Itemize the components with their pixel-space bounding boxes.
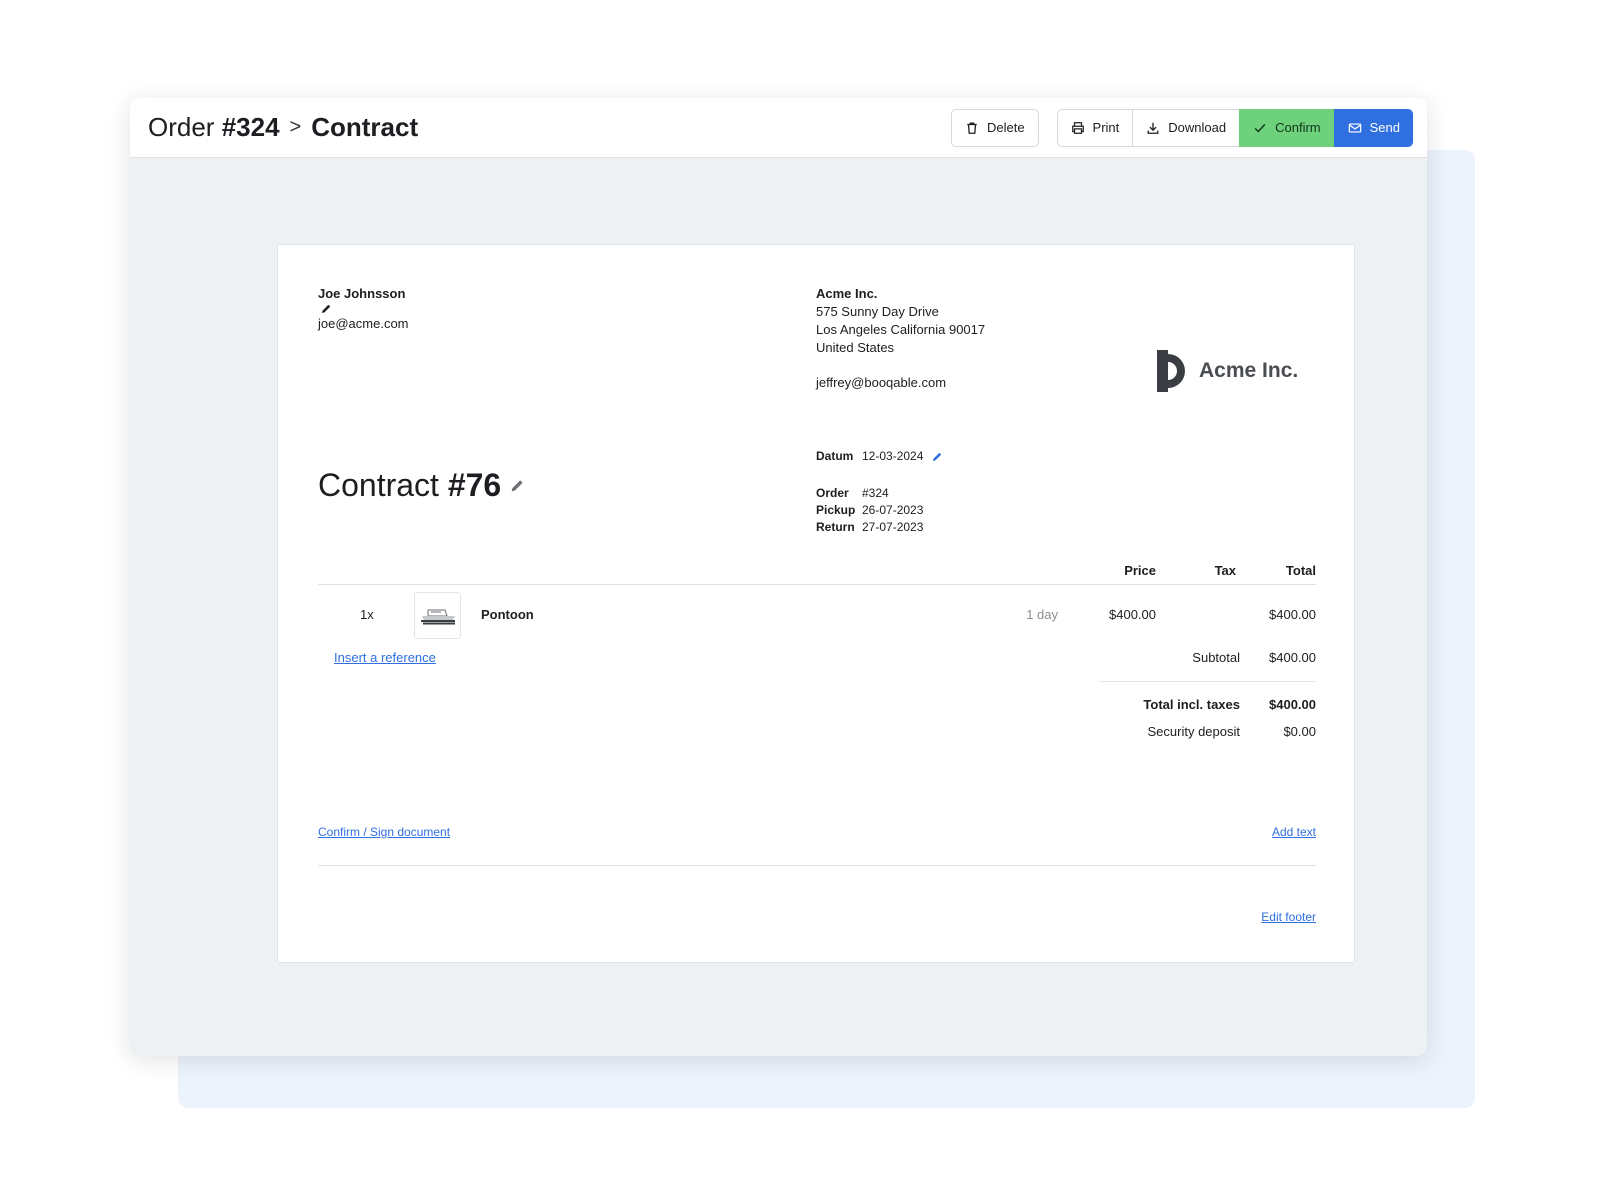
breadcrumb: Order #324 > Contract — [148, 112, 418, 143]
breadcrumb-order-label: Order — [148, 112, 215, 142]
meta-order-row: Order #324 — [816, 485, 943, 502]
page-title: Contract — [311, 112, 419, 142]
item-quantity: 1x — [360, 607, 374, 622]
send-button[interactable]: Send — [1333, 108, 1413, 147]
company-country: United States — [816, 340, 895, 355]
total-label: Total incl. taxes — [1143, 697, 1240, 712]
date-label: Datum — [816, 449, 854, 463]
download-button-label: Download — [1168, 120, 1227, 135]
company-email: jeffrey@booqable.com — [816, 375, 947, 390]
meta-return-row: Return 27-07-2023 — [816, 519, 943, 536]
company-logo: Acme Inc. — [1157, 350, 1298, 392]
breadcrumb-order-number: #324 — [221, 112, 280, 142]
item-duration: 1 day — [1026, 607, 1058, 622]
confirm-button[interactable]: Confirm — [1239, 108, 1334, 147]
insert-reference-link[interactable]: Insert a reference — [334, 650, 436, 665]
envelope-icon — [1348, 122, 1361, 133]
return-label: Return — [816, 520, 855, 534]
print-button[interactable]: Print — [1056, 108, 1133, 147]
order-label: Order — [816, 486, 849, 500]
print-button-label: Print — [1092, 120, 1120, 135]
meta-pickup-row: Pickup 26-07-2023 — [816, 502, 943, 519]
company-block: Acme Inc. 575 Sunny Day Drive Los Angele… — [816, 285, 985, 392]
checkmark-icon — [1254, 123, 1266, 133]
item-price: $400.00 — [1109, 607, 1156, 622]
deposit-value: $0.00 — [1283, 724, 1316, 739]
item-thumbnail — [414, 592, 461, 639]
company-name: Acme Inc. — [816, 286, 878, 301]
trash-icon — [967, 122, 977, 134]
column-header-price: Price — [1124, 563, 1156, 578]
document-number: #76 — [447, 467, 502, 503]
printer-icon — [1071, 121, 1084, 134]
item-total: $400.00 — [1269, 607, 1316, 622]
company-address-line2: Los Angeles California 90017 — [816, 322, 986, 337]
acme-logo-icon — [1157, 350, 1185, 392]
breadcrumb-separator: > — [289, 116, 302, 138]
deposit-label: Security deposit — [1147, 724, 1241, 739]
total-value: $400.00 — [1269, 697, 1316, 712]
order-value: #324 — [862, 486, 889, 500]
send-button-label: Send — [1369, 120, 1400, 135]
table-divider — [318, 584, 1316, 585]
column-header-tax: Tax — [1214, 563, 1236, 578]
action-button-group: Print Download Confirm Send — [1056, 108, 1413, 147]
contract-document: Joe Johnsson joe@acme.com Acme Inc. 575 … — [277, 244, 1355, 963]
document-title-prefix: Contract — [318, 467, 439, 503]
app-window: Order #324 > Contract Delete Print Downl… — [130, 98, 1427, 1056]
download-icon — [1147, 122, 1159, 134]
document-title: Contract #76 — [318, 467, 525, 504]
customer-block[interactable]: Joe Johnsson joe@acme.com — [318, 285, 409, 333]
add-text-link[interactable]: Add text — [1216, 825, 1316, 839]
confirm-sign-link[interactable]: Confirm / Sign document — [318, 825, 450, 839]
pickup-value: 26-07-2023 — [862, 503, 924, 517]
pencil-icon[interactable] — [931, 451, 943, 463]
document-meta: Datum 12-03-2024 Order #324 Pickup 26-07… — [816, 448, 943, 536]
summary-divider — [1099, 681, 1316, 682]
logo-text: Acme Inc. — [1199, 359, 1299, 382]
delete-button[interactable]: Delete — [950, 108, 1039, 147]
delete-button-label: Delete — [986, 120, 1025, 135]
date-value: 12-03-2024 — [862, 449, 924, 463]
column-header-total: Total — [1285, 563, 1316, 578]
customer-email: joe@acme.com — [318, 316, 409, 331]
top-bar: Order #324 > Contract Delete Print Downl… — [130, 98, 1427, 158]
edit-footer-link[interactable]: Edit footer — [1216, 910, 1316, 924]
pickup-label: Pickup — [816, 503, 856, 517]
return-value: 27-07-2023 — [862, 520, 924, 534]
pencil-icon[interactable] — [509, 478, 525, 494]
subtotal-value: $400.00 — [1269, 650, 1316, 665]
pontoon-boat-icon — [420, 609, 455, 624]
confirm-button-label: Confirm — [1275, 120, 1321, 135]
company-address-line1: 575 Sunny Day Drive — [816, 304, 939, 319]
download-button[interactable]: Download — [1132, 108, 1240, 147]
customer-name: Joe Johnsson — [318, 286, 406, 301]
footer-divider — [318, 865, 1316, 866]
item-name: Pontoon — [481, 607, 534, 622]
subtotal-label: Subtotal — [1192, 650, 1240, 665]
pencil-icon[interactable] — [320, 303, 332, 315]
meta-date-row: Datum 12-03-2024 — [816, 448, 943, 465]
breadcrumb-order[interactable]: Order #324 — [148, 112, 280, 143]
